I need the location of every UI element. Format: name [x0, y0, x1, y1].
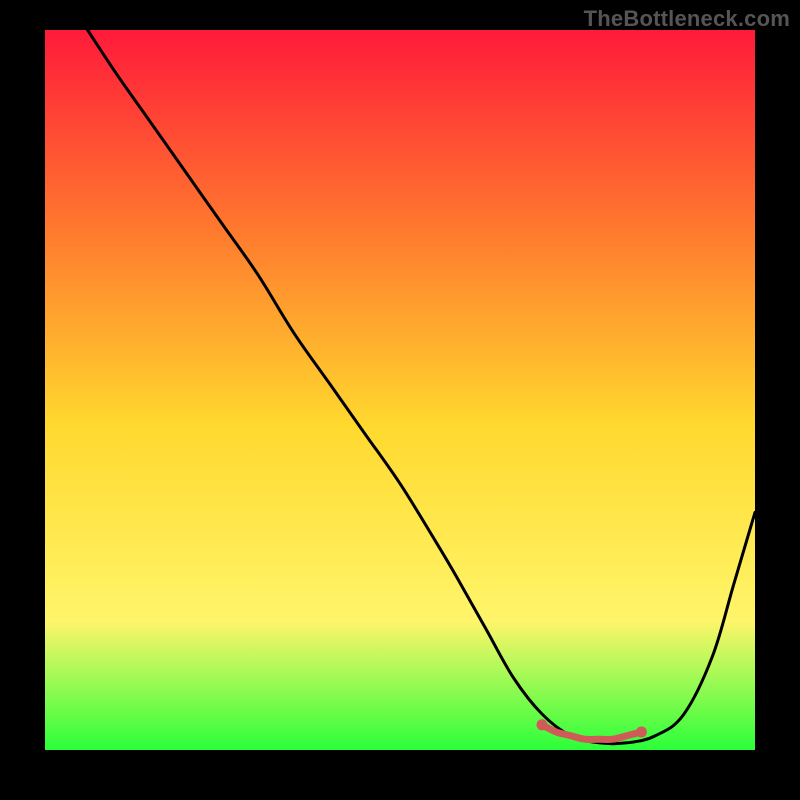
plot-gradient-area	[45, 30, 755, 750]
highlight-endpoint-dot	[537, 719, 548, 730]
bottleneck-chart	[0, 0, 800, 800]
watermark-text: TheBottleneck.com	[584, 6, 790, 32]
highlight-endpoint-dot	[636, 727, 647, 738]
chart-stage: TheBottleneck.com	[0, 0, 800, 800]
